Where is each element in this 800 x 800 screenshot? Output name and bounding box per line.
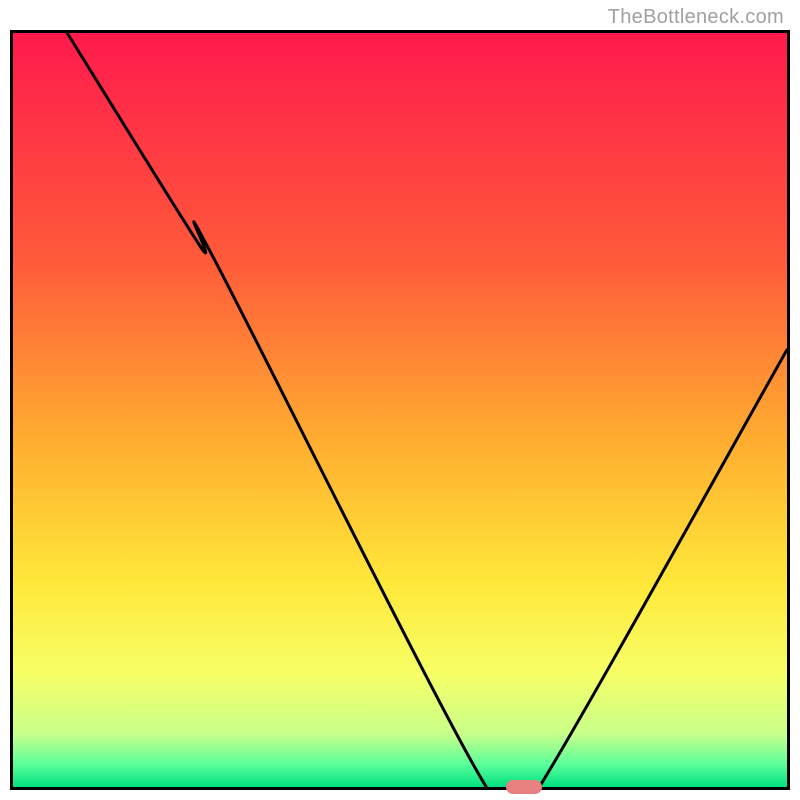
curve-overlay (13, 33, 787, 787)
chart-container: TheBottleneck.com (0, 0, 800, 800)
bottleneck-marker (506, 780, 542, 794)
chart-plot-area (10, 30, 790, 790)
attribution-text: TheBottleneck.com (608, 6, 784, 29)
